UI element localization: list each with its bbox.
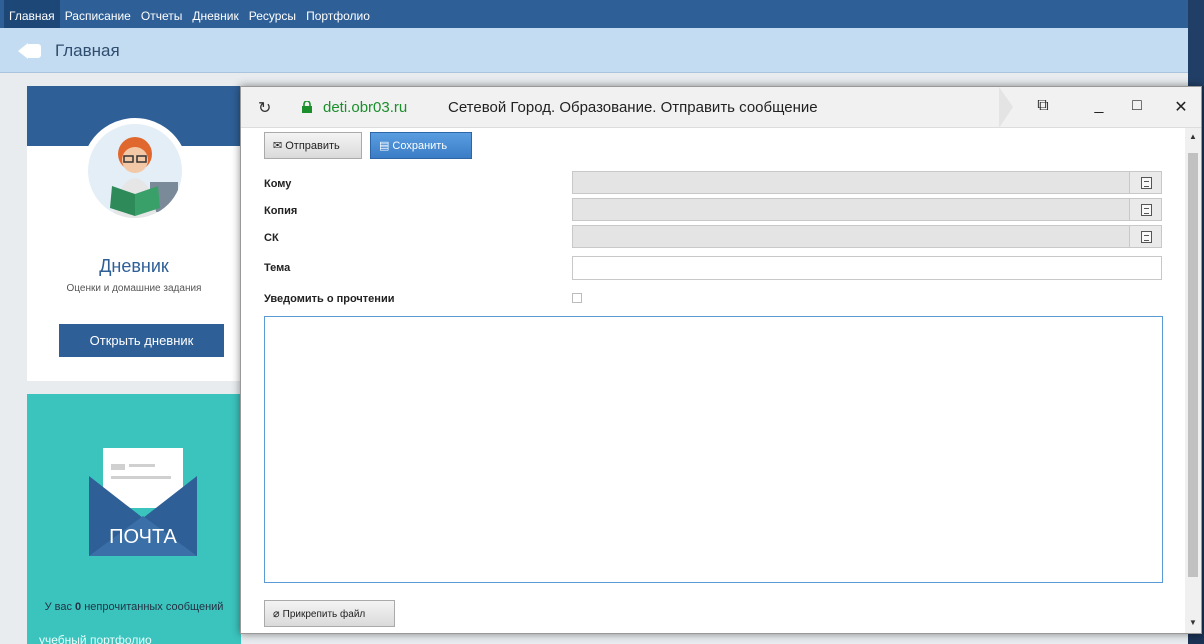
title-arrow-divider bbox=[999, 87, 1013, 128]
restore-pin-icon[interactable]: ⧉ bbox=[1033, 97, 1053, 115]
unread-prefix: У вас bbox=[44, 601, 76, 613]
popup-titlebar: ↻ deti.obr03.ru Сетевой Город. Образован… bbox=[241, 87, 1201, 128]
message-body-textarea[interactable] bbox=[264, 316, 1163, 583]
nav-item-portfolio[interactable]: Портфолио bbox=[301, 0, 375, 28]
save-button-label: Сохранить bbox=[392, 140, 448, 152]
cutoff-text: учебный портфолио bbox=[39, 633, 152, 644]
envelope-icon: ✉ bbox=[273, 140, 283, 152]
subject-input[interactable] bbox=[572, 256, 1162, 280]
send-message-popup: ↻ deti.obr03.ru Сетевой Город. Образован… bbox=[240, 86, 1202, 634]
attach-file-button[interactable]: ⌀ Прикрепить файл bbox=[264, 600, 395, 627]
diary-card-subtitle: Оценки и домашние задания bbox=[66, 283, 202, 294]
message-form: ✉ Отправить ▤ Сохранить Кому Копия СК Тема… bbox=[241, 128, 1185, 633]
popup-scrollbar[interactable]: ▲ ▼ bbox=[1185, 128, 1201, 633]
nav-item-schedule[interactable]: Расписание bbox=[60, 0, 136, 28]
window-title: Сетевой Город. Образование. Отправить со… bbox=[448, 99, 818, 116]
nav-item-diary[interactable]: Дневник bbox=[187, 0, 243, 28]
nav-item-resources[interactable]: Ресурсы bbox=[244, 0, 301, 28]
save-icon: ▤ bbox=[379, 140, 390, 152]
to-address-book-icon[interactable] bbox=[1129, 171, 1162, 194]
page-title: Главная bbox=[55, 41, 120, 60]
cc-field[interactable] bbox=[572, 198, 1162, 221]
diary-card-title: Дневник bbox=[99, 256, 169, 276]
scroll-thumb[interactable] bbox=[1188, 153, 1198, 577]
reload-icon[interactable]: ↻ bbox=[258, 98, 271, 118]
mail-envelope-icon[interactable]: ПОЧТА bbox=[89, 446, 197, 556]
read-receipt-checkbox[interactable] bbox=[572, 293, 582, 303]
lock-icon bbox=[302, 101, 312, 113]
subject-label: Тема bbox=[264, 262, 291, 274]
send-button[interactable]: ✉ Отправить bbox=[264, 132, 362, 159]
unread-messages-text: У вас 0 непрочитанных сообщений bbox=[27, 602, 241, 613]
paperclip-icon: ⌀ bbox=[273, 608, 280, 620]
unread-suffix: непрочитанных сообщений bbox=[81, 601, 224, 613]
back-arrow-icon[interactable] bbox=[18, 42, 42, 60]
bcc-field[interactable] bbox=[572, 225, 1162, 248]
mail-badge-label: ПОЧТА bbox=[109, 526, 177, 548]
send-button-label: Отправить bbox=[285, 140, 340, 152]
maximize-button[interactable]: □ bbox=[1127, 97, 1147, 115]
page-header: Главная bbox=[0, 28, 1188, 73]
save-button[interactable]: ▤ Сохранить bbox=[370, 132, 472, 159]
diary-card: Дневник Оценки и домашние задания Открыт… bbox=[27, 86, 241, 381]
minimize-button[interactable]: _ bbox=[1089, 97, 1109, 115]
student-reading-icon bbox=[110, 137, 178, 218]
cc-label: Копия bbox=[264, 205, 298, 217]
read-receipt-label: Уведомить о прочтении bbox=[264, 293, 395, 305]
close-button[interactable]: ✕ bbox=[1171, 97, 1191, 117]
bcc-label: СК bbox=[264, 232, 279, 244]
bcc-address-book-icon[interactable] bbox=[1129, 225, 1162, 248]
cc-address-book-icon[interactable] bbox=[1129, 198, 1162, 221]
top-navigation: Главная Расписание Отчеты Дневник Ресурс… bbox=[0, 0, 1188, 28]
nav-item-home[interactable]: Главная bbox=[4, 0, 60, 28]
scroll-down-arrow-icon[interactable]: ▼ bbox=[1189, 618, 1197, 627]
to-field[interactable] bbox=[572, 171, 1162, 194]
student-avatar bbox=[82, 118, 188, 224]
nav-item-reports[interactable]: Отчеты bbox=[136, 0, 187, 28]
url-text: deti.obr03.ru bbox=[323, 99, 408, 116]
open-diary-button[interactable]: Открыть дневник bbox=[59, 324, 224, 357]
mail-card: ПОЧТА У вас 0 непрочитанных сообщений уч… bbox=[27, 394, 241, 644]
attach-file-label: Прикрепить файл bbox=[282, 609, 366, 620]
to-label: Кому bbox=[264, 178, 292, 190]
scroll-up-arrow-icon[interactable]: ▲ bbox=[1189, 132, 1197, 141]
